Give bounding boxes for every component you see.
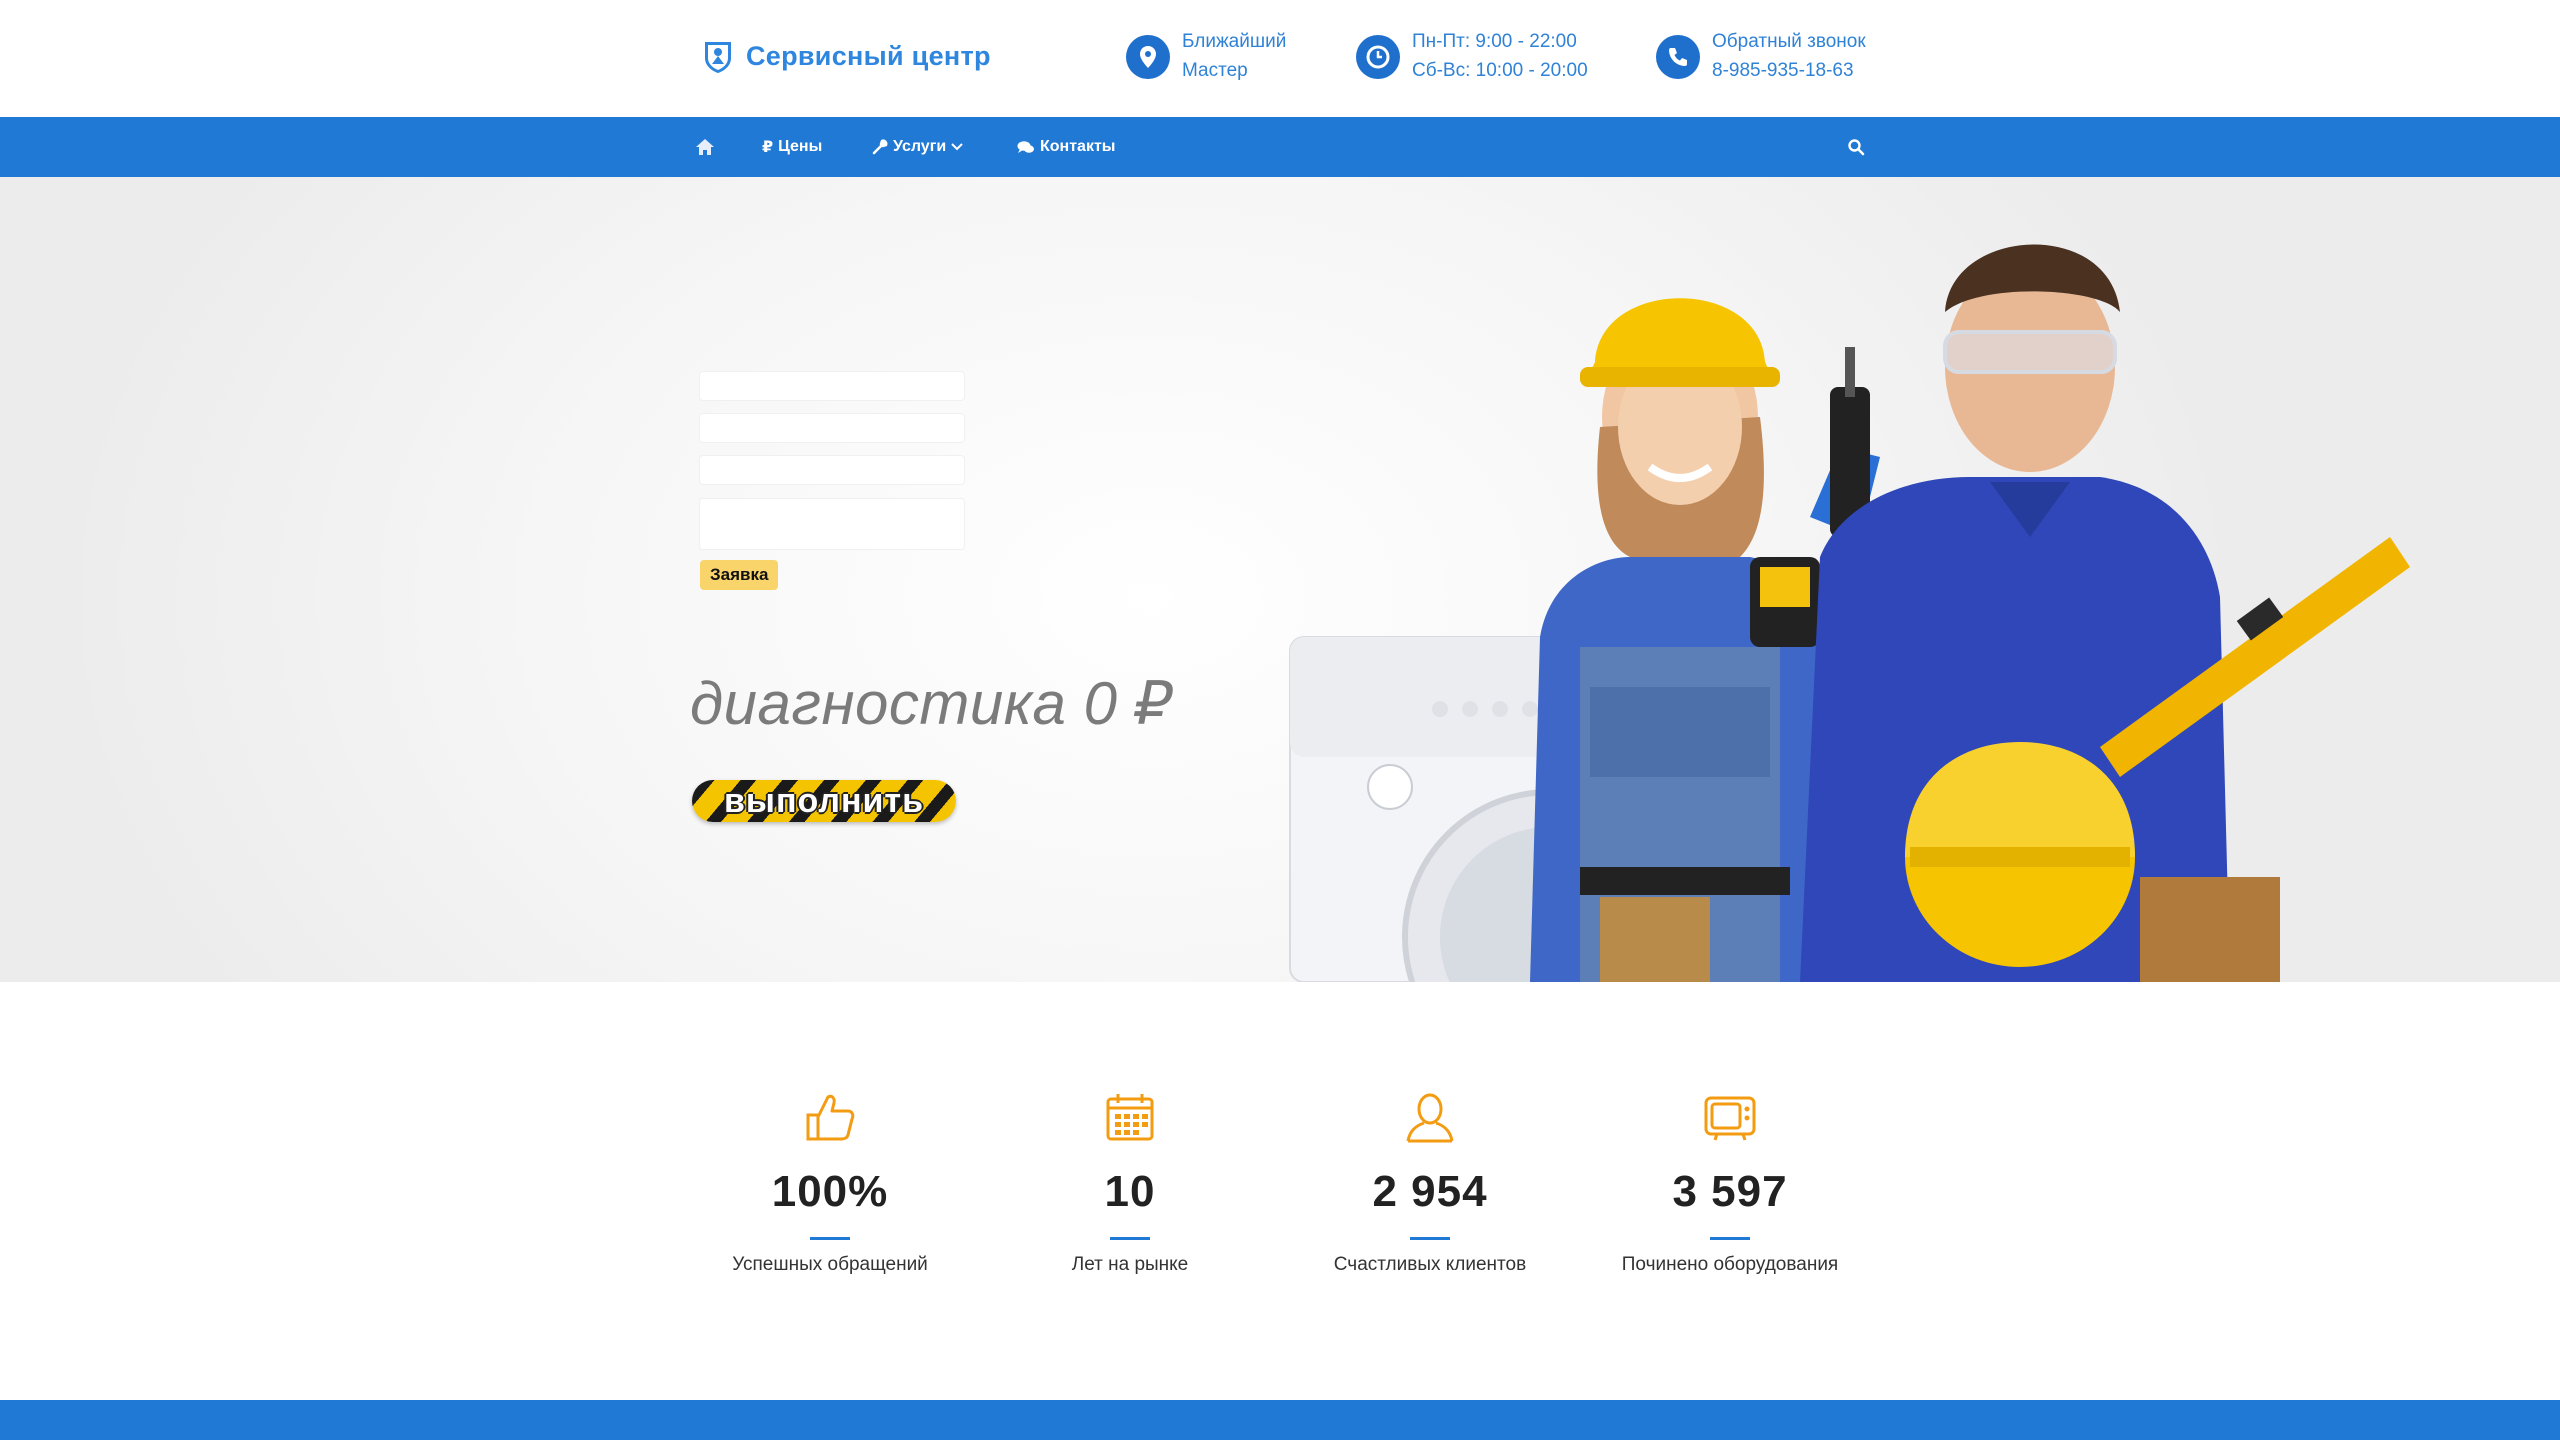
nav-services-label: Услуги [893, 138, 947, 155]
nearest-master-line2: Мастер [1182, 60, 1248, 81]
footer-band [0, 1400, 2560, 1440]
nav-home[interactable] [695, 117, 715, 177]
hero-title: диагностика 0 ₽ [690, 670, 1174, 737]
stat-success-value: 100% [771, 1167, 889, 1216]
stat-divider [1710, 1237, 1750, 1240]
main-nav: ₽ Цены Услуги Контакты [0, 117, 2560, 177]
logo-emblem-icon [705, 42, 731, 73]
logo[interactable]: Сервисный центр [700, 38, 991, 74]
stat-years: 10 Лет на рынке [980, 1085, 1280, 1276]
stat-success: 100% Успешных обращений [680, 1085, 980, 1276]
home-icon [696, 139, 714, 155]
callback-label: Обратный звонок [1712, 31, 1866, 52]
thumbs-up-icon [806, 1094, 855, 1141]
nav-search[interactable] [1847, 117, 1865, 177]
callback[interactable]: Обратный звонок 8-985-935-18-63 [1656, 27, 1866, 85]
stat-repaired-label: Починено оборудования [1621, 1254, 1839, 1275]
form-name-field[interactable] [700, 372, 964, 400]
nav-contacts[interactable]: Контакты [1017, 117, 1115, 177]
form-comment-field[interactable] [700, 499, 964, 549]
nearest-master-line1: Ближайший [1182, 31, 1287, 52]
nav-services[interactable]: Услуги [872, 117, 963, 177]
stat-success-label: Успешных обращений [732, 1254, 928, 1275]
hours-weekdays: Пн-Пт: 9:00 - 22:00 [1412, 31, 1577, 52]
stat-clients-value: 2 954 [1372, 1167, 1488, 1216]
form-phone-field[interactable] [700, 414, 964, 442]
stat-clients: 2 954 Счастливых клиентов [1280, 1085, 1580, 1276]
stat-clients-label: Счастливых клиентов [1333, 1254, 1527, 1275]
form-address-field[interactable] [700, 456, 964, 484]
wrench-icon [872, 139, 888, 155]
cta-button[interactable]: выполнить [692, 780, 956, 822]
stat-divider [810, 1237, 850, 1240]
submit-request-button[interactable]: Заявка [700, 560, 779, 590]
tv-icon [1704, 1096, 1756, 1141]
comments-icon [1017, 141, 1034, 153]
stat-divider [1110, 1237, 1150, 1240]
user-icon [1406, 1093, 1454, 1143]
site-header: Сервисный центр Ближайший Мастер Пн-Пт: … [0, 0, 2560, 117]
callback-phone[interactable]: 8-985-935-18-63 [1712, 56, 1866, 85]
hero-slider: Заявка диагностика 0 ₽ выполнить [0, 177, 2560, 982]
nav-prices-label: Цены [778, 138, 823, 155]
chevron-down-icon [951, 143, 963, 151]
phone-icon [1656, 35, 1700, 79]
map-marker-icon [1126, 35, 1170, 79]
stat-years-value: 10 [1104, 1167, 1156, 1216]
stat-divider [1410, 1237, 1450, 1240]
clock-icon [1356, 35, 1400, 79]
hours-weekend: Сб-Вс: 10:00 - 20:00 [1412, 60, 1588, 81]
stat-repaired-value: 3 597 [1672, 1167, 1788, 1216]
working-hours: Пн-Пт: 9:00 - 22:00 Сб-Вс: 10:00 - 20:00 [1356, 27, 1588, 85]
logo-text: Сервисный центр [746, 40, 991, 71]
nearest-master[interactable]: Ближайший Мастер [1126, 27, 1286, 85]
nav-prices[interactable]: ₽ Цены [762, 117, 822, 177]
male-worker-image [1800, 244, 2410, 982]
hero-workers-image [1289, 244, 2410, 982]
ruble-icon: ₽ [762, 139, 774, 156]
stat-repaired: 3 597 Починено оборудования [1580, 1085, 1880, 1276]
nav-contacts-label: Контакты [1040, 138, 1116, 155]
search-icon [1848, 139, 1865, 156]
submit-request-label: Заявка [710, 565, 769, 584]
cta-label: выполнить [724, 782, 924, 820]
stat-years-label: Лет на рынке [1071, 1254, 1189, 1275]
calendar-icon [1106, 1094, 1154, 1141]
